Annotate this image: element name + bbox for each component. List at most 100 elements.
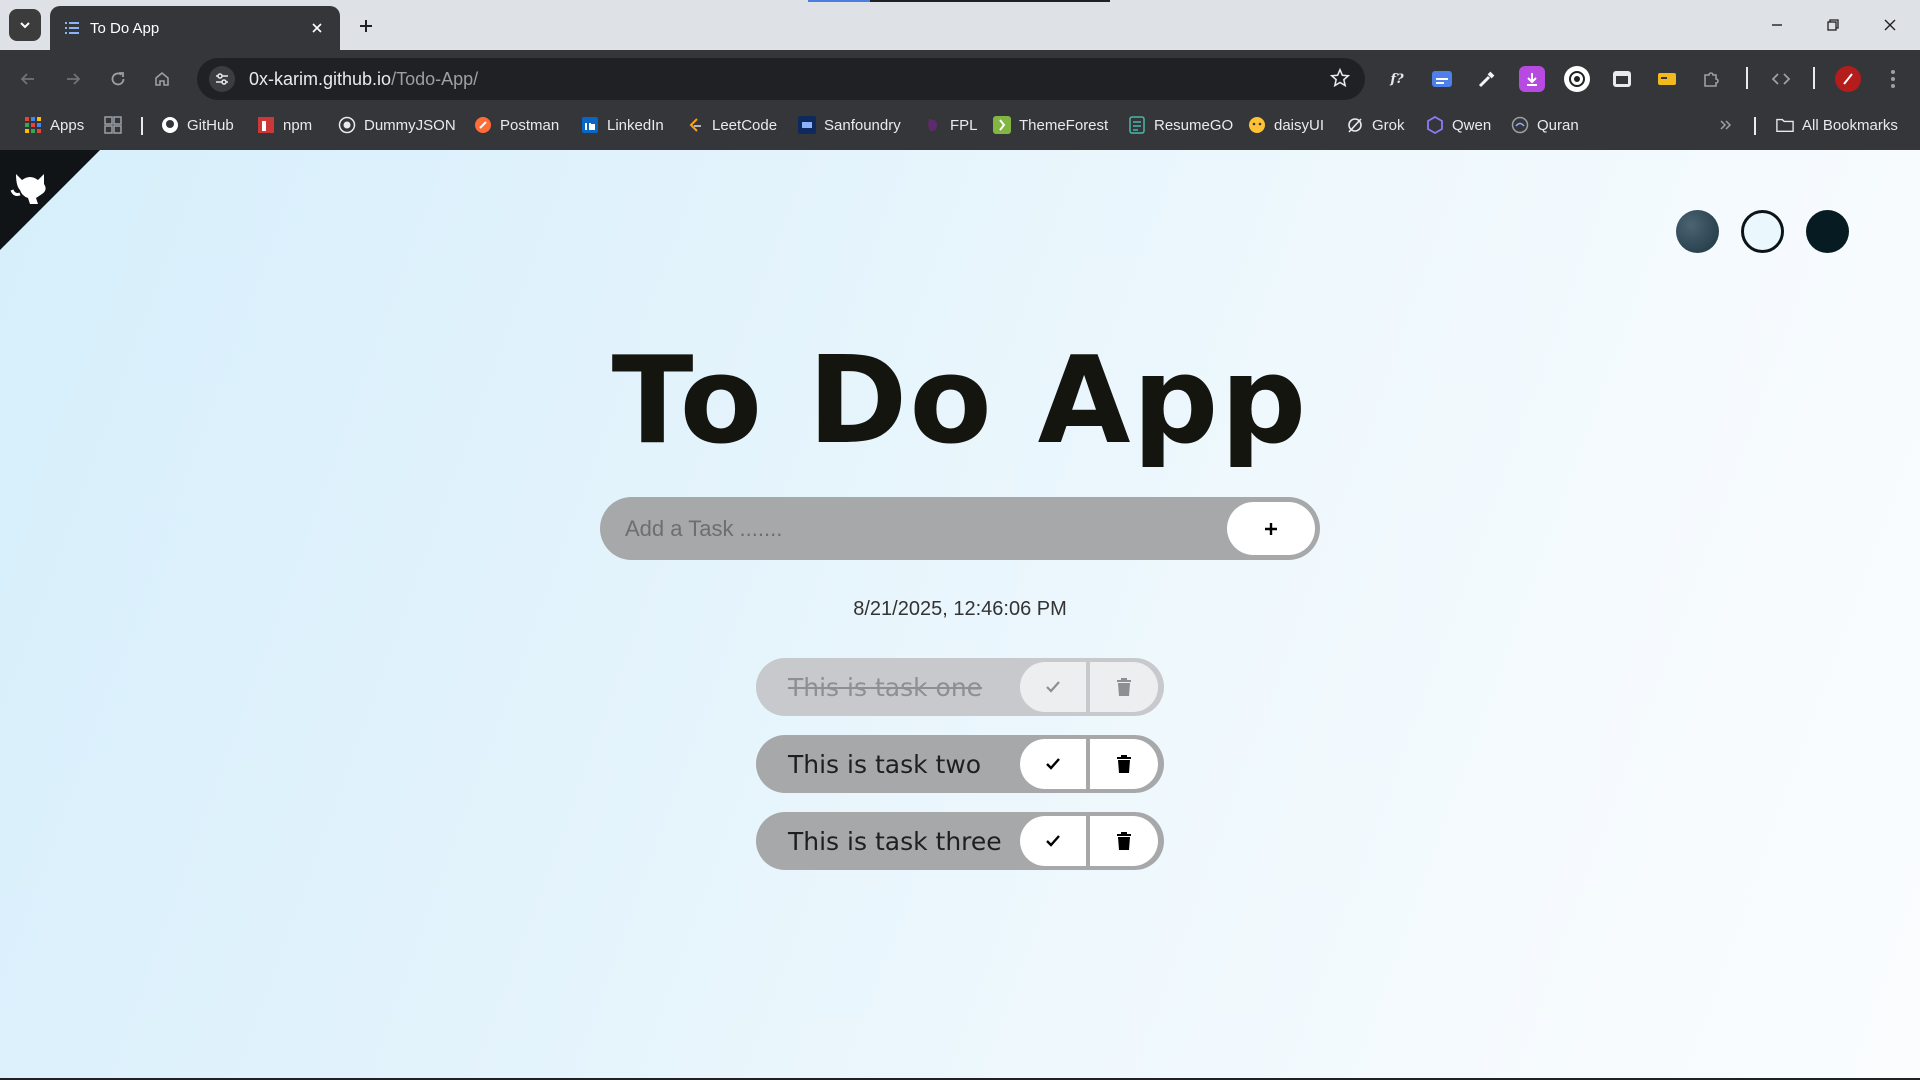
all-bookmarks-button[interactable]: All Bookmarks [1776,108,1898,142]
npm-icon [257,116,275,134]
bookmark-qwen[interactable]: Qwen [1426,108,1491,142]
github-octocat-icon[interactable] [10,166,54,206]
more-vert-icon [1891,70,1895,88]
translate-extension[interactable] [1429,66,1455,92]
delete-task-button[interactable] [1090,816,1158,866]
star-icon [1329,67,1351,88]
tab-active[interactable]: To Do App [50,6,340,50]
download-extension[interactable] [1519,66,1545,92]
bookmarks-divider [1754,117,1756,135]
bookmark-sanfoundry[interactable]: Sanfoundry [798,108,901,142]
tag-extension[interactable] [1654,66,1680,92]
tab-close-button[interactable] [306,17,328,39]
close-icon [1884,19,1896,31]
folder-icon [1776,116,1794,134]
extensions-menu-button[interactable] [1699,66,1725,92]
bookmark-label: Grok [1372,116,1405,134]
bookmark-label: ResumeGO [1154,116,1234,134]
bookmark-npm[interactable]: npm [257,108,312,142]
todo-app-page: To Do App 8/21/2025, 12:46:06 PM This is… [0,150,1920,1080]
restore-button[interactable] [1816,8,1850,42]
back-button[interactable] [14,65,42,93]
delete-task-button[interactable] [1090,739,1158,789]
translate-icon [1432,71,1452,87]
reload-icon [111,72,125,86]
browser-toolbar: 0x-karim.github.io/Todo-App/ f? [0,50,1920,108]
bookmark-apps[interactable]: Apps [24,108,84,142]
complete-task-button[interactable] [1020,739,1086,789]
all-bookmarks-label: All Bookmarks [1802,116,1898,134]
new-tab-button[interactable] [352,12,380,40]
delete-task-button[interactable] [1090,662,1158,712]
quran-icon [1511,116,1529,134]
bookmark-tab-groups[interactable] [104,108,130,142]
list-icon [65,22,79,34]
bookmark-fpl[interactable]: FPL [924,108,978,142]
devtools-extension[interactable] [1768,66,1794,92]
minimize-icon [1772,24,1782,26]
task-item: This is task one [756,658,1164,716]
browser-menu-button[interactable] [1880,66,1906,92]
bookmark-leetcode[interactable]: LeetCode [686,108,777,142]
theme-light-button[interactable] [1741,210,1784,253]
qwen-icon [1426,116,1444,134]
url-path: /Todo-App/ [391,68,479,89]
bookmark-github[interactable]: GitHub [161,108,234,142]
arrow-left-icon [20,73,34,85]
bookmarks-divider [141,117,143,135]
avatar-icon [1843,73,1853,85]
tag-icon [1658,73,1676,85]
eyedropper-extension[interactable] [1474,66,1500,92]
download-icon [1527,73,1537,86]
toolbar-divider [1746,67,1748,89]
plus-icon [360,20,372,32]
bookmark-postman[interactable]: Postman [474,108,559,142]
github-icon [161,116,179,134]
tab-search-button[interactable] [9,9,41,41]
puzzle-icon [1704,72,1719,87]
bookmark-grok[interactable]: Grok [1346,108,1405,142]
profile-avatar[interactable] [1835,66,1861,92]
bookmarks-overflow-button[interactable] [1718,108,1734,142]
close-window-button[interactable] [1873,8,1907,42]
task-item: This is task two [756,735,1164,793]
bookmark-label: FPL [950,116,978,134]
address-bar[interactable]: 0x-karim.github.io/Todo-App/ [197,58,1365,100]
bookmark-label: GitHub [187,116,234,134]
themeforest-icon [993,116,1011,134]
minimize-button[interactable] [1760,8,1794,42]
add-task-button[interactable] [1227,502,1315,555]
bookmark-themeforest[interactable]: ThemeForest [993,108,1108,142]
font-finder-extension[interactable]: f? [1384,66,1410,92]
plus-icon [1265,522,1277,535]
theme-dark-button[interactable] [1806,210,1849,253]
bookmark-linkedin[interactable]: LinkedIn [581,108,664,142]
forward-button[interactable] [59,65,87,93]
bookmark-quran[interactable]: Quran [1511,108,1579,142]
home-icon [155,71,169,86]
add-task-form [600,497,1320,560]
trash-icon [1117,678,1131,696]
grok-icon [1346,116,1364,134]
task-input[interactable] [600,497,1320,560]
circle-extension[interactable] [1564,66,1590,92]
complete-task-button[interactable] [1020,662,1086,712]
bookmark-dummyjson[interactable]: DummyJSON [338,108,456,142]
bookmark-star-button[interactable] [1329,67,1351,94]
daisyui-icon [1248,116,1266,134]
apps-grid-icon [24,116,42,134]
chevron-down-icon [20,22,30,29]
check-icon [1046,758,1060,770]
site-info-button[interactable] [209,66,235,92]
bookmark-daisyui[interactable]: daisyUI [1248,108,1324,142]
home-button[interactable] [148,65,176,93]
complete-task-button[interactable] [1020,816,1086,866]
bookmark-resumego[interactable]: ResumeGO [1128,108,1233,142]
reload-button[interactable] [104,65,132,93]
sanfoundry-icon [798,116,816,134]
fpl-icon [924,116,942,134]
theme-dark-slate-button[interactable] [1676,210,1719,253]
tab-strip: To Do App [0,0,1920,50]
url-text[interactable]: 0x-karim.github.io/Todo-App/ [249,69,478,90]
window-extension[interactable] [1609,66,1635,92]
